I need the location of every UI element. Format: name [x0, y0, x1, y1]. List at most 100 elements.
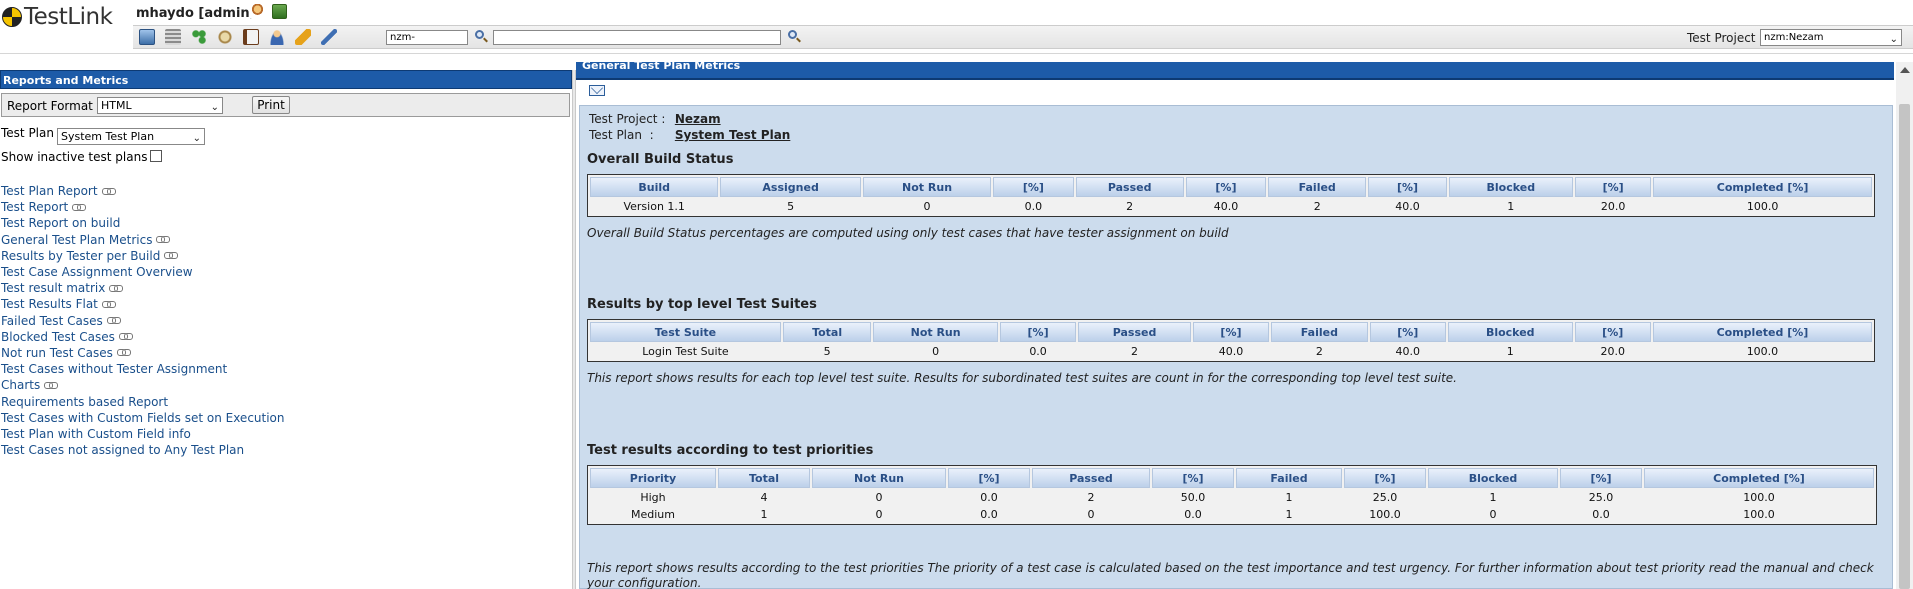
- column-header[interactable]: Not Run: [862, 177, 992, 197]
- report-link-label[interactable]: Test Report on build: [1, 215, 120, 231]
- link-chain-icon[interactable]: [156, 236, 171, 244]
- column-header[interactable]: [%]: [1152, 468, 1234, 488]
- report-link[interactable]: Results by Tester per Build: [1, 248, 285, 264]
- edit-icon[interactable]: [321, 29, 337, 45]
- report-link-label[interactable]: Test Results Flat: [1, 296, 98, 312]
- column-header[interactable]: Blocked: [1428, 468, 1558, 488]
- link-chain-icon[interactable]: [164, 252, 179, 260]
- report-link-label[interactable]: Test Cases not assigned to Any Test Plan: [1, 442, 244, 458]
- desktop-icon[interactable]: [139, 29, 155, 45]
- report-link-label[interactable]: Test Cases without Tester Assignment: [1, 361, 227, 377]
- link-chain-icon[interactable]: [109, 284, 124, 292]
- report-link[interactable]: Test Cases without Tester Assignment: [1, 361, 285, 377]
- column-header[interactable]: Blocked: [1447, 322, 1573, 342]
- column-header[interactable]: Completed [%]: [1652, 322, 1872, 342]
- test-case-id-input[interactable]: nzm-: [386, 30, 468, 45]
- show-inactive-checkbox[interactable]: [150, 150, 162, 162]
- test-plan-icon[interactable]: [243, 29, 259, 45]
- column-header[interactable]: Not Run: [812, 468, 946, 488]
- project-link[interactable]: Nezam: [675, 112, 721, 126]
- vertical-scrollbar[interactable]: [1896, 62, 1913, 589]
- column-header[interactable]: Test Suite: [590, 322, 781, 342]
- column-header[interactable]: Passed: [1075, 177, 1184, 197]
- link-chain-icon[interactable]: [116, 349, 131, 357]
- report-link-label[interactable]: Test result matrix: [1, 280, 105, 296]
- column-header[interactable]: Total: [718, 468, 810, 488]
- link-chain-icon[interactable]: [118, 333, 133, 341]
- report-link[interactable]: Test Cases not assigned to Any Test Plan: [1, 442, 285, 458]
- report-link-label[interactable]: Not run Test Cases: [1, 345, 113, 361]
- report-link-label[interactable]: Failed Test Cases: [1, 313, 103, 329]
- column-header[interactable]: [%]: [1185, 177, 1267, 197]
- link-chain-icon[interactable]: [101, 187, 116, 195]
- mail-icon[interactable]: [589, 85, 605, 96]
- report-link[interactable]: Charts: [1, 377, 285, 393]
- report-link[interactable]: Test Plan Report: [1, 183, 285, 199]
- column-header[interactable]: [%]: [1574, 322, 1651, 342]
- column-header[interactable]: Passed: [1032, 468, 1150, 488]
- report-link-label[interactable]: Results by Tester per Build: [1, 248, 160, 264]
- column-header[interactable]: [%]: [999, 322, 1077, 342]
- report-format-select[interactable]: HTML ⌄: [97, 97, 223, 114]
- column-header[interactable]: Not Run: [873, 322, 998, 342]
- testlink-logo[interactable]: TestLink: [2, 4, 113, 30]
- report-link[interactable]: Test Cases with Custom Fields set on Exe…: [1, 410, 285, 426]
- report-link-label[interactable]: Test Plan Report: [1, 183, 98, 199]
- logout-icon[interactable]: [272, 4, 287, 19]
- report-link[interactable]: Test Report on build: [1, 215, 285, 231]
- test-plan-select[interactable]: System Test Plan ⌄: [57, 128, 205, 145]
- column-header[interactable]: [%]: [948, 468, 1030, 488]
- report-link[interactable]: Test Report: [1, 199, 285, 215]
- report-link[interactable]: Requirements based Report: [1, 393, 285, 409]
- report-link[interactable]: Blocked Test Cases: [1, 329, 285, 345]
- search-test-case-icon[interactable]: [474, 29, 489, 44]
- report-link[interactable]: Not run Test Cases: [1, 345, 285, 361]
- test-execution-icon[interactable]: [217, 29, 233, 45]
- search-icon[interactable]: [787, 29, 802, 44]
- column-header[interactable]: Failed: [1236, 468, 1342, 488]
- link-chain-icon[interactable]: [72, 203, 87, 211]
- column-header[interactable]: [%]: [1560, 468, 1642, 488]
- report-link[interactable]: Test Case Assignment Overview: [1, 264, 285, 280]
- column-header[interactable]: Total: [782, 322, 872, 342]
- column-header[interactable]: [%]: [1192, 322, 1270, 342]
- events-icon[interactable]: [295, 29, 311, 45]
- column-header[interactable]: Build: [590, 177, 719, 197]
- scroll-up-icon[interactable]: [1900, 67, 1910, 73]
- report-link-label[interactable]: Test Plan with Custom Field info: [1, 426, 191, 442]
- print-button[interactable]: Print: [252, 96, 290, 114]
- column-header[interactable]: Passed: [1078, 322, 1191, 342]
- user-settings-icon[interactable]: [250, 4, 265, 19]
- report-link-label[interactable]: Test Case Assignment Overview: [1, 264, 193, 280]
- column-header[interactable]: [%]: [993, 177, 1074, 197]
- report-link-label[interactable]: Test Report: [1, 199, 68, 215]
- requirements-icon[interactable]: [165, 29, 181, 45]
- report-link-label[interactable]: General Test Plan Metrics: [1, 232, 152, 248]
- report-link-label[interactable]: Blocked Test Cases: [1, 329, 115, 345]
- report-link[interactable]: Test result matrix: [1, 280, 285, 296]
- link-chain-icon[interactable]: [106, 317, 121, 325]
- test-specification-icon[interactable]: [191, 29, 207, 45]
- search-text-input[interactable]: [493, 30, 781, 45]
- column-header[interactable]: Failed: [1268, 177, 1367, 197]
- column-header[interactable]: [%]: [1575, 177, 1652, 197]
- report-link-label[interactable]: Requirements based Report: [1, 394, 168, 410]
- column-header[interactable]: Completed [%]: [1653, 177, 1872, 197]
- report-link[interactable]: Failed Test Cases: [1, 313, 285, 329]
- report-link[interactable]: Test Plan with Custom Field info: [1, 426, 285, 442]
- scrollbar-thumb[interactable]: [1899, 104, 1910, 589]
- column-header[interactable]: [%]: [1369, 322, 1446, 342]
- report-link-label[interactable]: Charts: [1, 377, 40, 393]
- users-icon[interactable]: [269, 29, 285, 45]
- column-header[interactable]: Failed: [1271, 322, 1368, 342]
- report-link[interactable]: Test Results Flat: [1, 296, 285, 312]
- column-header[interactable]: Blocked: [1448, 177, 1573, 197]
- plan-link[interactable]: System Test Plan: [675, 128, 791, 142]
- column-header[interactable]: [%]: [1368, 177, 1447, 197]
- test-project-select[interactable]: nzm:Nezam ⌄: [1760, 29, 1902, 46]
- report-link-label[interactable]: Test Cases with Custom Fields set on Exe…: [1, 410, 285, 426]
- report-link[interactable]: General Test Plan Metrics: [1, 232, 285, 248]
- column-header[interactable]: Assigned: [720, 177, 861, 197]
- link-chain-icon[interactable]: [44, 381, 59, 389]
- column-header[interactable]: Priority: [590, 468, 716, 488]
